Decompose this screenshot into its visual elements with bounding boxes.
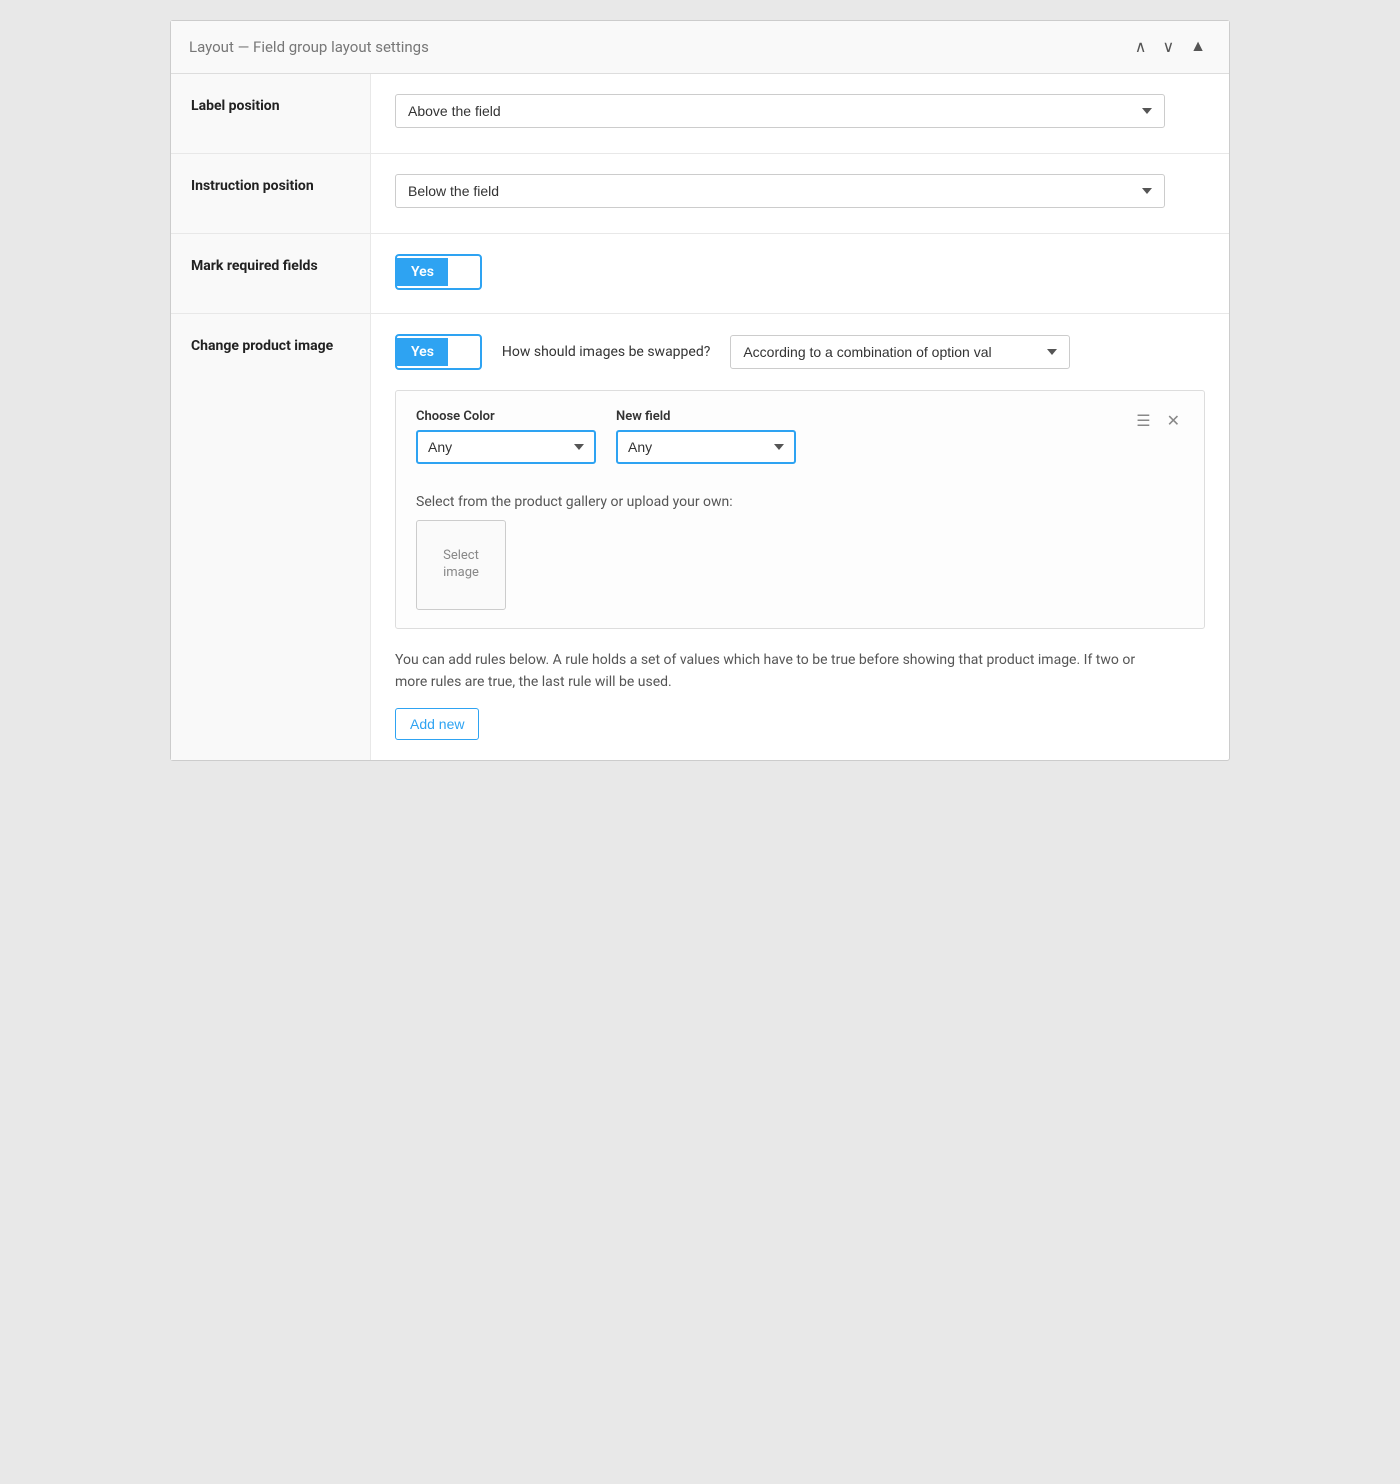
- panel-title: Layout — Field group layout settings: [189, 38, 429, 56]
- change-toggle-knob: [450, 338, 478, 366]
- label-position-label: Label position: [171, 74, 371, 153]
- instruction-position-label: Instruction position: [171, 154, 371, 233]
- rule-menu-icon[interactable]: ☰: [1132, 409, 1154, 433]
- new-field-select[interactable]: Any: [616, 430, 796, 464]
- panel-header: Layout — Field group layout settings ∧ ∨…: [171, 21, 1229, 74]
- rule-fields: Choose Color Any New field Any: [416, 409, 796, 464]
- mark-required-row: Mark required fields Yes: [171, 234, 1229, 314]
- swap-select[interactable]: According to a combination of option val…: [730, 335, 1070, 369]
- expand-button[interactable]: ▲: [1185, 36, 1211, 58]
- header-controls: ∧ ∨ ▲: [1130, 35, 1211, 59]
- gallery-label: Select from the product gallery or uploa…: [416, 494, 1184, 510]
- change-product-image-row: Change product image Yes How should imag…: [171, 314, 1229, 760]
- panel-title-main: Layout: [189, 38, 234, 56]
- collapse-up-button[interactable]: ∧: [1130, 35, 1152, 59]
- collapse-down-button[interactable]: ∨: [1157, 35, 1179, 59]
- instruction-position-select[interactable]: Below the field Above the field Hidden: [395, 174, 1165, 208]
- label-position-row: Label position Above the field Left of f…: [171, 74, 1229, 154]
- how-swap-label: How should images be swapped?: [502, 344, 710, 360]
- mark-required-label: Mark required fields: [171, 234, 371, 313]
- mark-required-toggle-wrapper: Yes: [395, 254, 1205, 290]
- label-position-content: Above the field Left of field Right of f…: [371, 74, 1229, 153]
- rule-close-icon[interactable]: ✕: [1163, 409, 1184, 433]
- mark-required-toggle[interactable]: Yes: [395, 254, 482, 290]
- select-image-button[interactable]: Select image: [416, 520, 506, 610]
- rule-field-choose-color: Choose Color Any: [416, 409, 596, 464]
- change-product-toggle[interactable]: Yes: [395, 334, 482, 370]
- choose-color-label: Choose Color: [416, 409, 596, 424]
- add-new-button[interactable]: Add new: [395, 708, 479, 740]
- mark-required-content: Yes: [371, 234, 1229, 313]
- new-field-label: New field: [616, 409, 796, 424]
- rule-card: Choose Color Any New field Any: [395, 390, 1205, 629]
- toggle-yes-label: Yes: [397, 258, 448, 286]
- rule-card-header: Choose Color Any New field Any: [416, 409, 1184, 480]
- change-product-image-label: Change product image: [171, 314, 371, 760]
- instruction-position-row: Instruction position Below the field Abo…: [171, 154, 1229, 234]
- rules-info-text: You can add rules below. A rule holds a …: [395, 649, 1155, 694]
- label-position-select[interactable]: Above the field Left of field Right of f…: [395, 94, 1165, 128]
- change-image-top: Yes How should images be swapped? Accord…: [395, 334, 1205, 370]
- toggle-knob: [450, 258, 478, 286]
- panel-body: Label position Above the field Left of f…: [171, 74, 1229, 760]
- instruction-position-content: Below the field Above the field Hidden: [371, 154, 1229, 233]
- change-product-image-content: Yes How should images be swapped? Accord…: [371, 314, 1229, 760]
- change-toggle-yes-label: Yes: [397, 338, 448, 366]
- settings-panel: Layout — Field group layout settings ∧ ∨…: [170, 20, 1230, 761]
- rule-field-new-field: New field Any: [616, 409, 796, 464]
- rule-card-icons: ☰ ✕: [1132, 409, 1184, 433]
- choose-color-select[interactable]: Any: [416, 430, 596, 464]
- panel-subtitle: — Field group layout settings: [238, 38, 429, 56]
